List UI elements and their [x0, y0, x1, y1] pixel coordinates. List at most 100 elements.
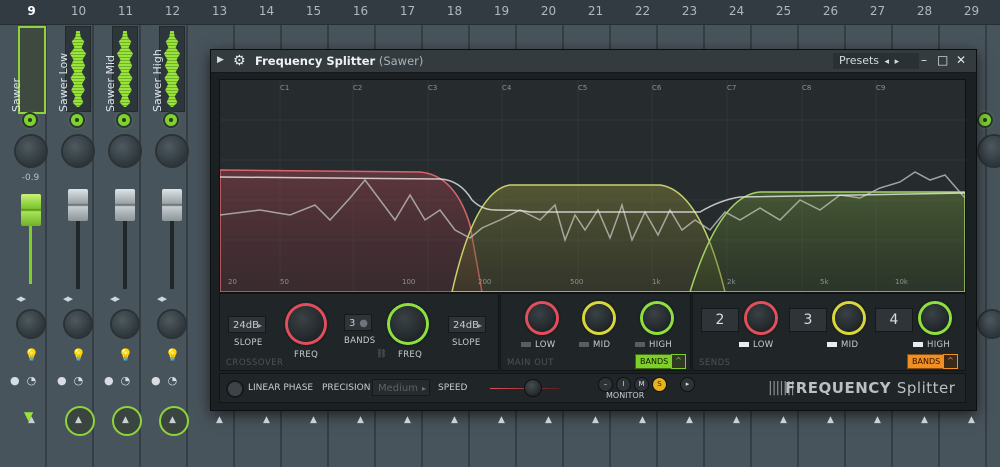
presets-prev-icon[interactable]: ◂ — [885, 57, 890, 67]
sends-bands-button[interactable]: BANDS — [907, 354, 946, 369]
waveform-meter — [163, 31, 181, 107]
volume-fader[interactable] — [162, 189, 182, 221]
plugin-title-bar[interactable]: ▶ ⚙ Frequency Splitter (Sawer) Presets ◂… — [211, 50, 976, 73]
bulb-icon[interactable]: 💡 — [71, 348, 86, 362]
freq-low-knob[interactable] — [288, 306, 324, 342]
minimize-button[interactable]: – — [921, 53, 927, 67]
mute-led-icon[interactable] — [24, 114, 36, 126]
route-arrow-icon[interactable]: ▲ — [431, 415, 478, 425]
route-arrow-icon[interactable]: ▲ — [149, 415, 196, 425]
mixer-strip[interactable]: Sawer Mid ◂▸ 💡 ● ◔ — [102, 24, 147, 467]
route-arrow-icon[interactable]: ▲ — [854, 415, 901, 425]
bulb-icon[interactable]: 💡 — [24, 348, 39, 362]
route-arrow-icon[interactable]: ▲ — [713, 415, 760, 425]
pan-knob[interactable] — [63, 136, 93, 166]
send-mid-number[interactable]: 3 — [789, 308, 827, 332]
slope-right-select[interactable]: 24dB ▸ — [448, 316, 486, 333]
main-out-up-button[interactable]: ^ — [671, 354, 686, 369]
route-arrow-icon[interactable]: ▲ — [901, 415, 948, 425]
clock-icon[interactable]: ● ◔ — [57, 374, 83, 387]
pan-knob[interactable] — [110, 136, 140, 166]
mute-led-icon[interactable] — [979, 114, 991, 126]
clock-icon[interactable]: ● ◔ — [104, 374, 130, 387]
strip-name[interactable]: Sawer Mid — [104, 32, 117, 112]
monitor-input-button[interactable]: I — [616, 377, 631, 392]
stereo-knob[interactable] — [65, 311, 91, 337]
stereo-knob[interactable] — [159, 311, 185, 337]
mixer-strip[interactable]: Sawer High ◂▸ 💡 ● ◔ — [149, 24, 194, 467]
freq-high-knob[interactable] — [390, 306, 426, 342]
presets-menu[interactable]: Presets ◂ ▸ — [833, 53, 919, 69]
route-arrow-icon[interactable]: ▲ — [619, 415, 666, 425]
route-arrow-icon[interactable]: ▲ — [243, 415, 290, 425]
monitor-off-button[interactable]: – — [598, 377, 613, 392]
presets-next-icon[interactable]: ▸ — [895, 57, 900, 67]
speed-knob[interactable] — [524, 379, 542, 397]
send-high-knob[interactable] — [921, 304, 949, 332]
send-low-number[interactable]: 2 — [701, 308, 739, 332]
stereo-knob[interactable] — [979, 311, 1000, 337]
route-arrow-icon[interactable]: ▲ — [290, 415, 337, 425]
stereo-separation-icon[interactable]: ◂▸ — [16, 292, 26, 305]
route-arrow-icon[interactable]: ▲ — [948, 415, 995, 425]
main-out-low-knob[interactable] — [528, 304, 556, 332]
route-arrow-icon[interactable]: ▲ — [196, 415, 243, 425]
mute-led-icon[interactable] — [165, 114, 177, 126]
slope-left-select[interactable]: 24dB ▸ — [228, 316, 266, 333]
link-icon[interactable]: ⛓ — [376, 349, 387, 359]
send-high-number[interactable]: 4 — [875, 308, 913, 332]
mixer-strip-partial[interactable] — [977, 24, 1000, 467]
route-arrow-icon[interactable]: ▲ — [572, 415, 619, 425]
main-out-bands-button[interactable]: BANDS — [635, 354, 674, 369]
route-arrow-icon[interactable]: ▲ — [55, 415, 102, 425]
volume-fader[interactable] — [68, 189, 88, 221]
stereo-knob[interactable] — [112, 311, 138, 337]
mixer-strip[interactable]: Sawer -0.9 ◂▸ 💡 ● ◔ ▼ — [8, 24, 53, 467]
pan-knob[interactable] — [979, 136, 1000, 166]
route-arrow-icon[interactable]: ▲ — [666, 415, 713, 425]
main-out-high-knob[interactable] — [643, 304, 671, 332]
mute-led-icon[interactable] — [71, 114, 83, 126]
clock-icon[interactable]: ● ◔ — [10, 374, 36, 387]
volume-fader[interactable] — [21, 194, 41, 226]
monitor-solo-button[interactable]: S — [652, 377, 667, 392]
send-mid-knob[interactable] — [835, 304, 863, 332]
sends-up-button[interactable]: ^ — [943, 354, 958, 369]
monitor-mute-button[interactable]: M — [634, 377, 649, 392]
route-arrow-icon[interactable]: ▲ — [807, 415, 854, 425]
mute-led-icon[interactable] — [118, 114, 130, 126]
close-button[interactable]: ✕ — [956, 53, 966, 67]
stereo-separation-icon[interactable]: ◂▸ — [63, 292, 73, 305]
volume-fader[interactable] — [115, 189, 135, 221]
collapse-arrow-icon[interactable]: ▶ — [217, 55, 224, 65]
route-arrow-icon[interactable]: ▲ — [478, 415, 525, 425]
gear-icon[interactable]: ⚙ — [233, 53, 246, 69]
route-arrow-icon[interactable]: ▲ — [525, 415, 572, 425]
strip-name[interactable]: Sawer Low — [57, 32, 70, 112]
bands-count-select[interactable]: 3 ● — [344, 314, 372, 331]
route-arrow-icon[interactable]: ▲ — [102, 415, 149, 425]
send-low-knob[interactable] — [747, 304, 775, 332]
stereo-separation-icon[interactable]: ◂▸ — [157, 292, 167, 305]
linear-phase-toggle[interactable] — [226, 380, 244, 398]
pan-knob[interactable] — [157, 136, 187, 166]
clock-icon[interactable]: ● ◔ — [151, 374, 177, 387]
main-out-mid-knob[interactable] — [585, 304, 613, 332]
precision-select[interactable]: Medium ▸ — [372, 379, 430, 396]
frequency-tick-label: 50 — [280, 278, 289, 286]
route-arrow-icon[interactable]: ▲ — [384, 415, 431, 425]
route-arrow-icon[interactable]: ▲ — [337, 415, 384, 425]
route-arrow-icon[interactable]: ▲ — [8, 415, 55, 425]
pan-knob[interactable] — [16, 136, 46, 166]
monitor-play-button[interactable]: ▸ — [680, 377, 695, 392]
strip-name[interactable]: Sawer High — [151, 32, 164, 112]
route-arrow-icon[interactable]: ▲ — [760, 415, 807, 425]
bulb-icon[interactable]: 💡 — [118, 348, 133, 362]
bulb-icon[interactable]: 💡 — [165, 348, 180, 362]
strip-name[interactable]: Sawer — [10, 32, 23, 112]
spectrum-graph[interactable]: C1 C2 C3 C4 C5 C6 C7 C8 C9 20 50 100 200 500 1k 2k 5k 10k — [219, 79, 966, 293]
maximize-button[interactable]: □ — [937, 53, 948, 67]
mixer-strip[interactable]: Sawer Low ◂▸ 💡 ● ◔ — [55, 24, 100, 467]
stereo-separation-icon[interactable]: ◂▸ — [110, 292, 120, 305]
stereo-knob[interactable] — [18, 311, 44, 337]
